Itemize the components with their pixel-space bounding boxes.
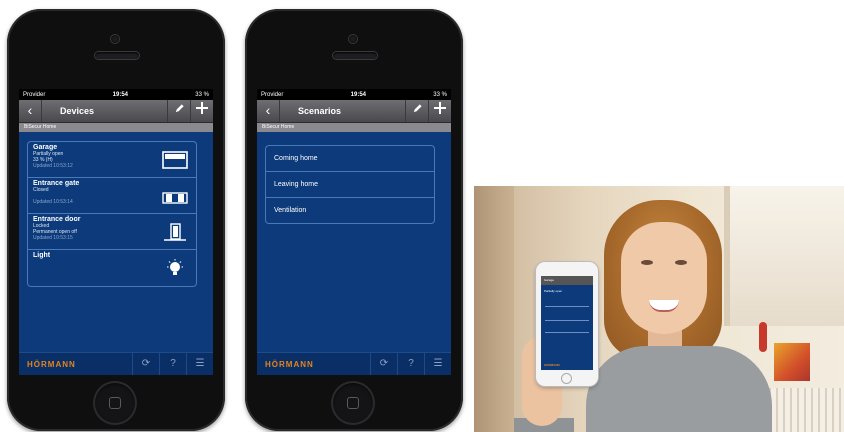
edit-button[interactable] — [167, 100, 190, 122]
hormann-logo: HÖRMANN — [27, 359, 76, 369]
smile — [649, 300, 679, 312]
help-button[interactable]: ? — [159, 353, 186, 375]
hormann-logo: HÖRMANN — [265, 359, 314, 369]
left-eye — [641, 260, 653, 265]
status-bar: Provider 19:54 33 % — [257, 89, 451, 100]
radiator — [764, 388, 844, 432]
back-button[interactable]: ‹ — [257, 100, 280, 122]
edit-button[interactable] — [405, 100, 428, 122]
phone-devices: Provider 19:54 33 % ‹ Devices BiSecur Ho… — [7, 9, 225, 431]
bottom-toolbar: HÖRMANN ⟳ ? ☰ — [19, 352, 213, 375]
back-button[interactable]: ‹ — [19, 100, 42, 122]
lifestyle-photo: Garage Partially open HÖRMANN — [474, 186, 844, 432]
home-button[interactable] — [331, 381, 375, 425]
bottom-toolbar: HÖRMANN ⟳ ? ☰ — [257, 352, 451, 375]
earpiece-speaker — [95, 52, 139, 59]
carrier-label: Provider — [261, 91, 284, 98]
refresh-button[interactable]: ⟳ — [370, 353, 397, 375]
help-button[interactable]: ? — [397, 353, 424, 375]
add-button[interactable] — [190, 100, 213, 122]
mini-slider-line — [545, 332, 589, 333]
pencil-icon — [413, 104, 422, 113]
light-bulb-icon — [167, 259, 183, 275]
mini-home-button — [562, 374, 571, 383]
mini-logo: HÖRMANN — [544, 363, 560, 367]
scenario-item-coming-home[interactable]: Coming home — [266, 146, 434, 172]
front-camera-icon — [111, 35, 119, 43]
mini-nav-title: Garage — [541, 276, 593, 285]
device-list: Garage Partially open 33 % (H) Updated 1… — [27, 141, 197, 287]
handheld-phone-screen: Garage Partially open HÖRMANN — [541, 276, 593, 370]
page-title: Scenarios — [298, 106, 342, 116]
woman-face — [621, 222, 707, 334]
mini-status: Partially open — [544, 289, 563, 293]
clock-label: 19:54 — [350, 91, 366, 98]
plus-icon — [196, 102, 208, 114]
mini-slider-line — [545, 306, 589, 307]
device-row-entrance-gate[interactable]: Entrance gate Closed Updated 10:53:14 — [28, 178, 196, 214]
phone-scenarios: Provider 19:54 33 % ‹ Scenarios BiSecur … — [245, 9, 463, 431]
home-square-icon — [109, 397, 121, 409]
scenarios-screen: Provider 19:54 33 % ‹ Scenarios BiSecur … — [257, 89, 451, 375]
right-eye — [675, 260, 687, 265]
nav-bar: ‹ Scenarios — [257, 100, 451, 123]
menu-button[interactable]: ☰ — [186, 353, 213, 375]
pencil-icon — [175, 104, 184, 113]
front-camera-icon — [349, 35, 357, 43]
plus-icon — [434, 102, 446, 114]
nav-bar: ‹ Devices — [19, 100, 213, 123]
device-row-light[interactable]: Light — [28, 250, 196, 286]
door-frame — [474, 186, 514, 432]
flower-vase — [759, 322, 767, 352]
add-button[interactable] — [428, 100, 451, 122]
menu-button[interactable]: ☰ — [424, 353, 451, 375]
woman-sweater — [586, 346, 772, 432]
door-icon — [164, 222, 186, 241]
device-row-garage[interactable]: Garage Partially open 33 % (H) Updated 1… — [28, 142, 196, 178]
status-bar: Provider 19:54 33 % — [19, 89, 213, 100]
gate-icon — [162, 191, 188, 204]
subheader: BiSecur Home — [257, 123, 451, 132]
page-title: Devices — [60, 106, 95, 116]
scenario-item-ventilation[interactable]: Ventilation — [266, 198, 434, 223]
battery-label: 33 % — [195, 91, 209, 98]
refresh-button[interactable]: ⟳ — [132, 353, 159, 375]
device-row-entrance-door[interactable]: Entrance door Locked Permanent open off … — [28, 214, 196, 250]
garage-door-icon — [162, 150, 188, 169]
battery-label: 33 % — [433, 91, 447, 98]
device-name: Light — [33, 252, 51, 259]
earpiece-speaker — [333, 52, 377, 59]
clock-label: 19:54 — [112, 91, 128, 98]
carrier-label: Provider — [23, 91, 46, 98]
home-square-icon — [347, 397, 359, 409]
subheader: BiSecur Home — [19, 123, 213, 132]
home-button[interactable] — [93, 381, 137, 425]
window — [724, 186, 844, 326]
devices-screen: Provider 19:54 33 % ‹ Devices BiSecur Ho… — [19, 89, 213, 375]
mini-slider-line — [545, 320, 589, 321]
scenario-list: Coming home Leaving home Ventilation — [265, 145, 435, 224]
wall-painting — [774, 343, 810, 381]
handheld-phone: Garage Partially open HÖRMANN — [536, 262, 598, 386]
scenario-item-leaving-home[interactable]: Leaving home — [266, 172, 434, 198]
